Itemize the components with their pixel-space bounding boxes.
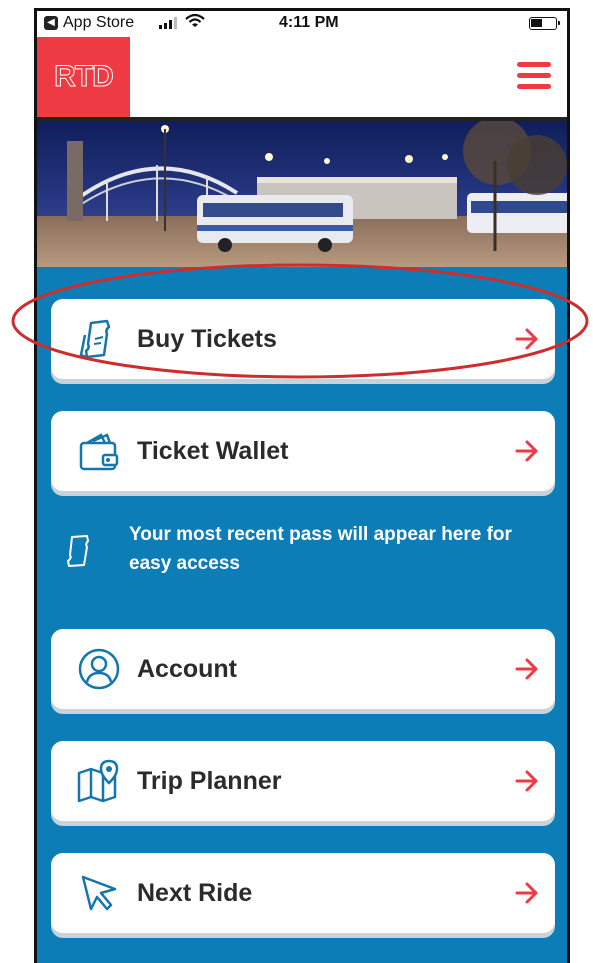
- battery-icon: [529, 17, 560, 30]
- ticket-wallet-button[interactable]: Ticket Wallet: [51, 411, 555, 491]
- next-ride-button[interactable]: Next Ride: [51, 853, 555, 933]
- wallet-icon: [79, 433, 119, 471]
- cursor-arrow-icon: [81, 875, 117, 911]
- hero-image: [37, 121, 567, 267]
- main-menu: Buy Tickets Ticket Wallet Your most rece…: [37, 267, 567, 963]
- arrow-right-icon: [515, 328, 538, 350]
- map-pin-icon: [77, 759, 119, 803]
- recent-pass-text: Your most recent pass will appear here f…: [129, 524, 512, 574]
- app-header: RTD: [37, 37, 567, 121]
- rtd-logo[interactable]: RTD: [37, 37, 130, 117]
- arrow-right-icon: [515, 440, 538, 462]
- ticket-outline-icon: [67, 535, 89, 567]
- status-bar: ◀ App Store 4:11 PM: [37, 11, 567, 37]
- arrow-right-icon: [515, 882, 538, 904]
- trip-planner-button[interactable]: Trip Planner: [51, 741, 555, 821]
- account-button[interactable]: Account: [51, 629, 555, 709]
- signal-icon: [159, 17, 177, 29]
- arrow-right-icon: [515, 658, 538, 680]
- arrow-right-icon: [515, 770, 538, 792]
- recent-pass-note: Your most recent pass will appear here f…: [63, 520, 543, 580]
- back-app-icon[interactable]: ◀: [44, 16, 58, 30]
- buy-tickets-button[interactable]: Buy Tickets: [51, 299, 555, 379]
- menu-item-label: Trip Planner: [137, 766, 282, 795]
- bus-station-photo: [37, 121, 567, 267]
- menu-item-label: Next Ride: [137, 878, 253, 907]
- rtd-logo-text: RTD: [54, 60, 115, 94]
- hamburger-icon[interactable]: [517, 62, 551, 90]
- menu-item-label: Ticket Wallet: [137, 436, 289, 465]
- phone-frame: ◀ App Store 4:11 PM RTD Buy Tickets Tick…: [34, 8, 570, 963]
- status-time: 4:11 PM: [279, 14, 339, 31]
- back-app-label[interactable]: App Store: [63, 14, 134, 32]
- wifi-icon: [185, 13, 205, 27]
- menu-item-label: Account: [137, 654, 237, 683]
- user-icon: [78, 648, 120, 690]
- menu-item-label: Buy Tickets: [137, 324, 277, 353]
- ticket-icon: [79, 319, 111, 359]
